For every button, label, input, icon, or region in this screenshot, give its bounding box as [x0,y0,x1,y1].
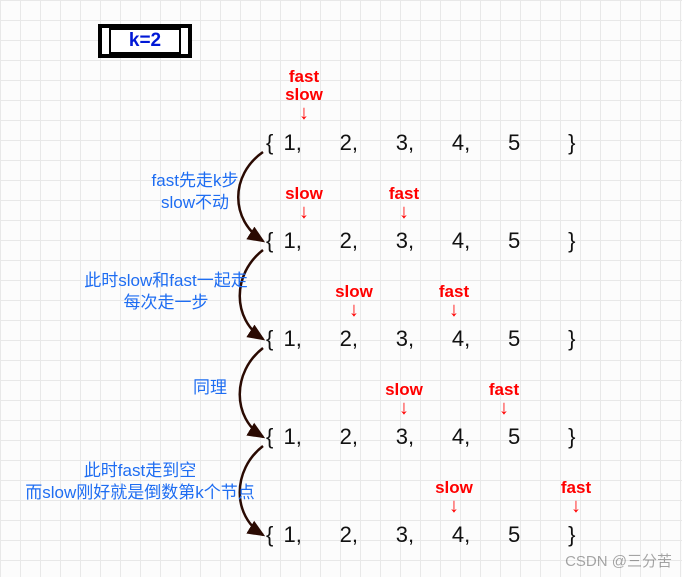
list-row-5: { 1, 2, 3, 4, 5 } [262,522,579,548]
pointer-slow-5: slow↓ [431,479,477,515]
pointer-slow-fast-1: fast slow ↓ [281,68,327,122]
list-row-4: { 1, 2, 3, 4, 5 } [262,424,579,450]
caption-4: 此时fast走到空而slow刚好就是倒数第k个节点 [20,460,260,504]
pointer-slow-2: slow↓ [281,185,327,221]
k-box: k=2 [98,24,192,58]
k-label: k=2 [129,30,161,52]
pointer-fast-5: fast↓ [553,479,599,515]
list-row-1: { 1, 2, 3, 4, 5 } [262,130,579,156]
caption-1: fast先走k步slow不动 [130,170,260,214]
pointer-slow-4: slow↓ [381,381,427,417]
caption-3: 同理 [180,377,240,399]
k-box-inner: k=2 [109,28,181,54]
list-row-3: { 1, 2, 3, 4, 5 } [262,326,579,352]
pointer-fast-4: fast↓ [481,381,527,417]
pointer-slow-3: slow↓ [331,283,377,319]
caption-2: 此时slow和fast一起走每次走一步 [72,270,260,314]
watermark: CSDN @三分苦 [565,550,672,571]
pointer-fast-3: fast↓ [431,283,477,319]
list-row-2: { 1, 2, 3, 4, 5 } [262,228,579,254]
pointer-fast-2: fast↓ [381,185,427,221]
